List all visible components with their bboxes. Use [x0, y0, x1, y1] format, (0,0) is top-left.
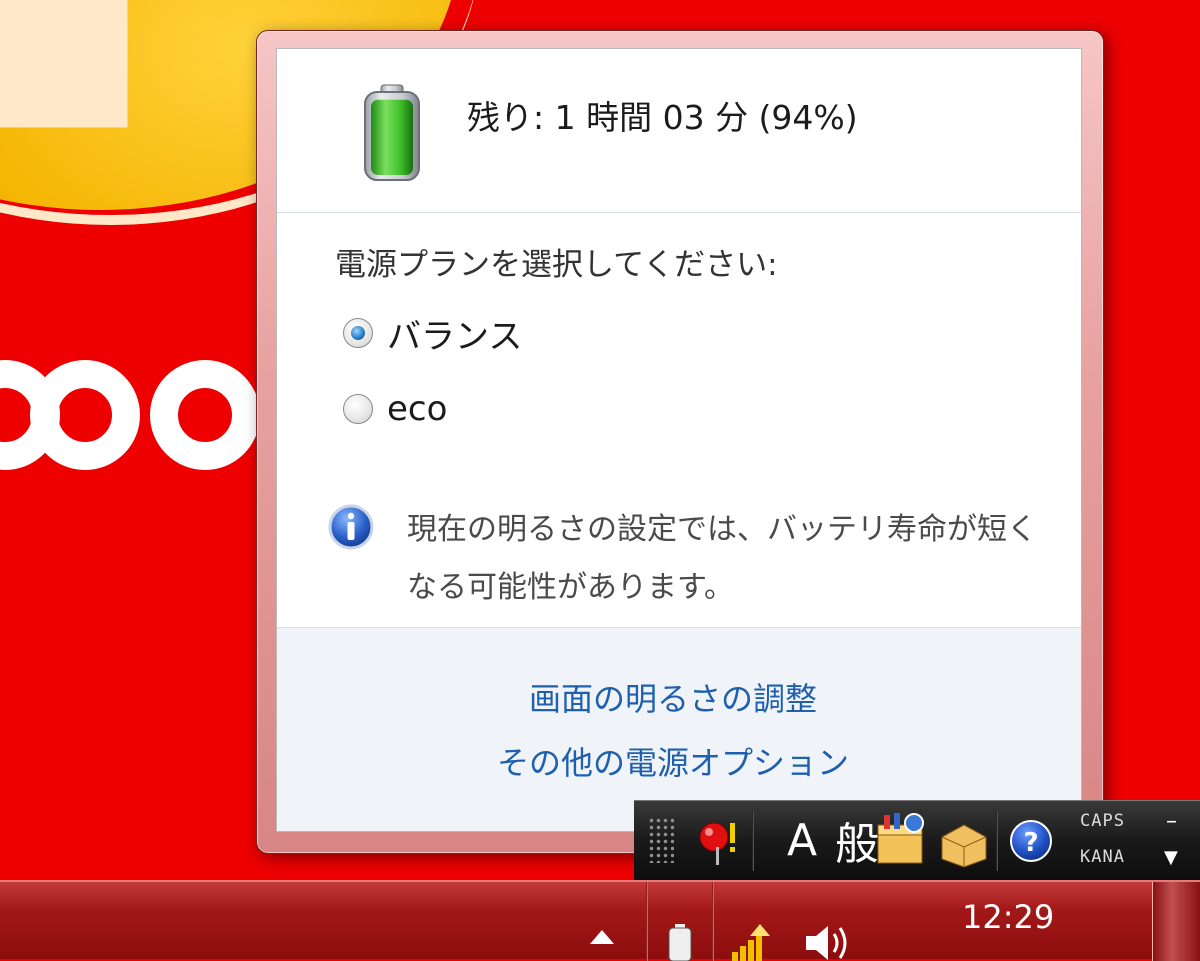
- kana-lock-indicator: KANA: [1080, 847, 1125, 867]
- adjust-brightness-link[interactable]: 画面の明るさの調整: [277, 674, 1075, 720]
- network-signal-icon[interactable]: [726, 922, 780, 961]
- ime-toolbox-icon[interactable]: [934, 807, 994, 873]
- info-icon: [328, 504, 374, 550]
- battery-life-warning-text: 現在の明るさの設定では、バッテリ寿命が短くなる可能性があります。: [407, 512, 1037, 605]
- help-icon[interactable]: ?: [1006, 807, 1056, 873]
- taskbar-separator: [712, 882, 714, 961]
- power-flyout: 残り: 1 時間 03 分 (94%) 電源プランを選択してください: バランス…: [276, 48, 1082, 832]
- power-plan-eco-label[interactable]: eco: [387, 389, 447, 429]
- caps-lock-indicator: CAPS: [1080, 811, 1125, 831]
- power-plan-heading: 電源プランを選択してください:: [335, 247, 778, 283]
- wallpaper-logo-letter: [150, 360, 260, 470]
- battery-remaining-text: 残り: 1 時間 03 分 (94%): [467, 98, 858, 137]
- taskbar: 12:29: [0, 880, 1200, 961]
- battery-tray-icon[interactable]: [664, 922, 696, 961]
- language-bar: A 般 ? CAPS KANA – ▼: [634, 800, 1200, 880]
- battery-status-row: 残り: 1 時間 03 分 (94%): [277, 49, 1081, 212]
- language-bar-separator: [752, 811, 754, 871]
- battery-icon: [364, 84, 420, 181]
- volume-icon[interactable]: [800, 920, 854, 961]
- battery-fill-level: [371, 99, 413, 175]
- more-power-options-link[interactable]: その他の電源オプション: [277, 738, 1075, 784]
- ime-pad-icon[interactable]: [872, 807, 930, 873]
- divider: [277, 212, 1081, 213]
- language-bar-minimize-button[interactable]: –: [1166, 809, 1177, 834]
- power-plan-balanced-radio[interactable]: [343, 318, 373, 348]
- show-hidden-icons-arrow[interactable]: [590, 930, 614, 944]
- wallpaper-logo-letter: [30, 360, 140, 470]
- language-bar-options-button[interactable]: ▼: [1164, 847, 1178, 868]
- ime-pin-icon[interactable]: [690, 807, 746, 873]
- language-bar-grip[interactable]: [648, 817, 674, 863]
- power-plan-balanced-label[interactable]: バランス: [387, 309, 522, 358]
- power-plan-eco-radio[interactable]: [343, 394, 373, 424]
- taskbar-clock[interactable]: 12:29: [962, 898, 1054, 936]
- power-plan-eco-option[interactable]: eco: [343, 387, 447, 431]
- language-bar-separator: [996, 811, 998, 871]
- show-desktop-button[interactable]: [1152, 882, 1200, 961]
- input-mode-button[interactable]: A: [776, 807, 828, 873]
- help-glyph: ?: [1023, 828, 1038, 858]
- power-plan-balanced-option[interactable]: バランス: [343, 309, 522, 358]
- taskbar-separator: [646, 882, 648, 961]
